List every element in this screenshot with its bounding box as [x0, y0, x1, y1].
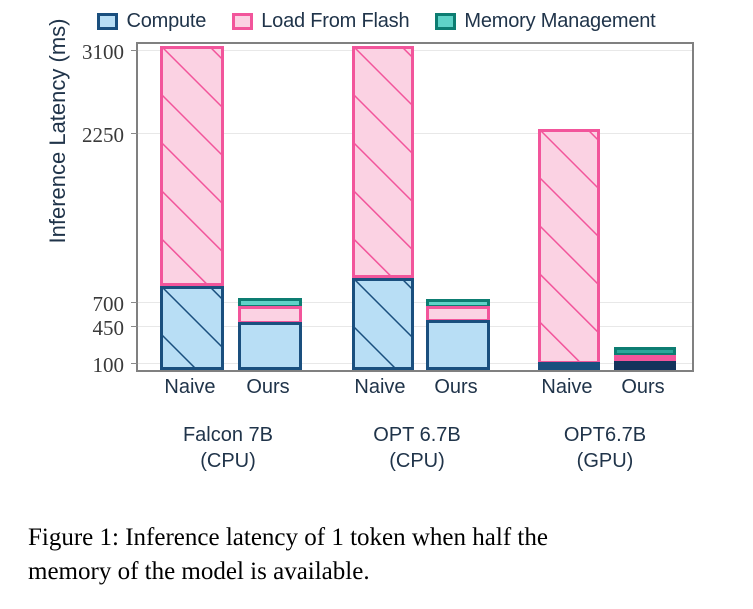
figure-caption: Figure 1: Inference latency of 1 token w…: [28, 521, 728, 589]
group-label-opt67b-gpu: OPT6.7B (GPU): [520, 422, 690, 474]
y-tick-mark-700: [131, 302, 138, 303]
bar-segment-compute[interactable]: [238, 322, 302, 370]
figure-container: Compute Load From Flash Memory Managemen…: [0, 0, 753, 609]
group-label-opt67b-cpu: OPT 6.7B (CPU): [332, 422, 502, 474]
y-tick-mark-100: [131, 363, 138, 364]
bar-segment-load-from-flash[interactable]: [352, 46, 414, 278]
y-tick-label-100: 100: [92, 353, 125, 377]
bar-opt67b-cpu-ours[interactable]: [426, 40, 490, 370]
square-swatch-flash-icon: [232, 12, 254, 30]
bar-opt67b-cpu-naive[interactable]: [352, 40, 414, 370]
legend-label-compute: Compute: [126, 9, 207, 32]
legend-label-load-from-flash: Load From Flash: [261, 9, 410, 32]
x-tick-label-5: Ours: [621, 376, 665, 398]
y-tick-label-3100: 3100: [82, 40, 124, 64]
x-tick-label-3: Ours: [434, 376, 478, 398]
bar-falcon7b-cpu-ours[interactable]: [238, 40, 302, 370]
plot-area: [131, 40, 694, 372]
bar-opt67b-gpu-ours[interactable]: [614, 40, 676, 370]
group-label-line1: OPT 6.7B: [373, 424, 461, 446]
legend-item-memory-management: Memory Management: [435, 9, 656, 33]
bar-segment-compute[interactable]: [352, 278, 414, 370]
bar-segment-compute[interactable]: [614, 361, 676, 370]
y-tick-mark-2250: [131, 133, 138, 134]
bar-segment-compute[interactable]: [160, 286, 224, 370]
y-tick-label-450: 450: [92, 316, 125, 340]
group-label-line2: (GPU): [576, 450, 634, 472]
caption-line-1: Figure 1: Inference latency of 1 token w…: [28, 524, 548, 551]
bar-segment-compute[interactable]: [426, 320, 490, 370]
group-label-line2: (CPU): [200, 450, 256, 472]
x-tick-label-1: Ours: [246, 376, 290, 398]
y-tick-label-2250: 2250: [82, 123, 124, 147]
group-label-line1: OPT6.7B: [563, 424, 647, 446]
y-tick-mark-450: [131, 326, 138, 327]
bar-segment-load-from-flash[interactable]: [160, 46, 224, 286]
group-label-line2: (CPU): [389, 450, 445, 472]
bar-segment-compute[interactable]: [538, 362, 600, 370]
caption-line-2: memory of the model is available.: [28, 558, 370, 585]
legend-label-memory-management: Memory Management: [464, 9, 656, 32]
bar-falcon7b-cpu-naive[interactable]: [160, 40, 224, 370]
group-label-falcon7b-cpu: Falcon 7B (CPU): [143, 422, 313, 474]
bar-opt67b-gpu-naive[interactable]: [538, 40, 600, 370]
x-axis-group-labels: Falcon 7B (CPU) OPT 6.7B (CPU) OPT6.7B (…: [136, 422, 694, 492]
group-label-line1: Falcon 7B: [182, 424, 274, 446]
square-swatch-memory-icon: [435, 12, 457, 30]
y-tick-label-700: 700: [92, 292, 125, 316]
bar-segment-load-from-flash[interactable]: [538, 129, 600, 364]
y-tick-mark-3100: [131, 50, 138, 51]
y-axis-title: Inference Latency (ms): [45, 18, 70, 244]
legend-item-load-from-flash: Load From Flash: [232, 9, 410, 33]
x-axis-tick-labels: Naive Ours Naive Ours Naive Ours: [136, 376, 694, 406]
